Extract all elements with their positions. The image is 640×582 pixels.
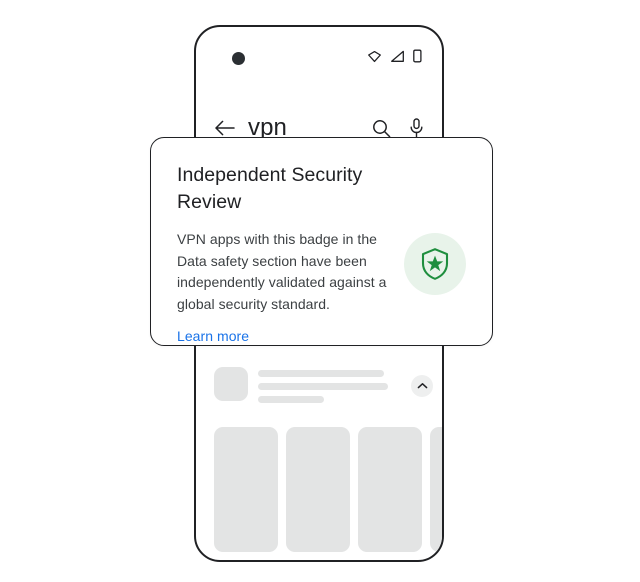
status-bar-icons <box>367 49 422 63</box>
battery-icon <box>413 49 422 63</box>
screenshot-placeholder[interactable] <box>430 427 442 552</box>
wifi-icon <box>367 50 382 63</box>
signal-icon <box>390 50 405 63</box>
collapse-button[interactable] <box>411 375 433 397</box>
screenshot-placeholder[interactable] <box>286 427 350 552</box>
camera-punch-hole-icon <box>232 52 245 65</box>
card-body-row: VPN apps with this badge in the Data saf… <box>177 229 466 315</box>
screenshot-carousel-skeleton[interactable] <box>214 427 442 552</box>
screenshot-placeholder[interactable] <box>214 427 278 552</box>
shield-star-badge-icon <box>404 233 466 295</box>
search-icon[interactable] <box>372 119 391 138</box>
card-body-text: VPN apps with this badge in the Data saf… <box>177 231 387 312</box>
app-listing-skeleton <box>214 367 428 403</box>
independent-security-review-card: Independent Security Review VPN apps wit… <box>150 137 493 346</box>
search-bar-actions <box>372 118 424 138</box>
microphone-icon[interactable] <box>409 118 424 138</box>
learn-more-link[interactable]: Learn more <box>177 327 249 345</box>
screenshot-placeholder[interactable] <box>358 427 422 552</box>
status-bar <box>196 27 442 71</box>
back-arrow-icon[interactable] <box>214 119 235 137</box>
app-text-placeholder-lines <box>258 367 428 403</box>
app-icon-placeholder <box>214 367 248 401</box>
card-title: Independent Security Review <box>177 164 363 213</box>
placeholder-line <box>258 396 324 403</box>
chevron-up-icon <box>417 382 428 390</box>
placeholder-line <box>258 370 384 377</box>
illustration-stage: vpn Independent Security Review VPN apps… <box>0 0 640 582</box>
placeholder-line <box>258 383 388 390</box>
